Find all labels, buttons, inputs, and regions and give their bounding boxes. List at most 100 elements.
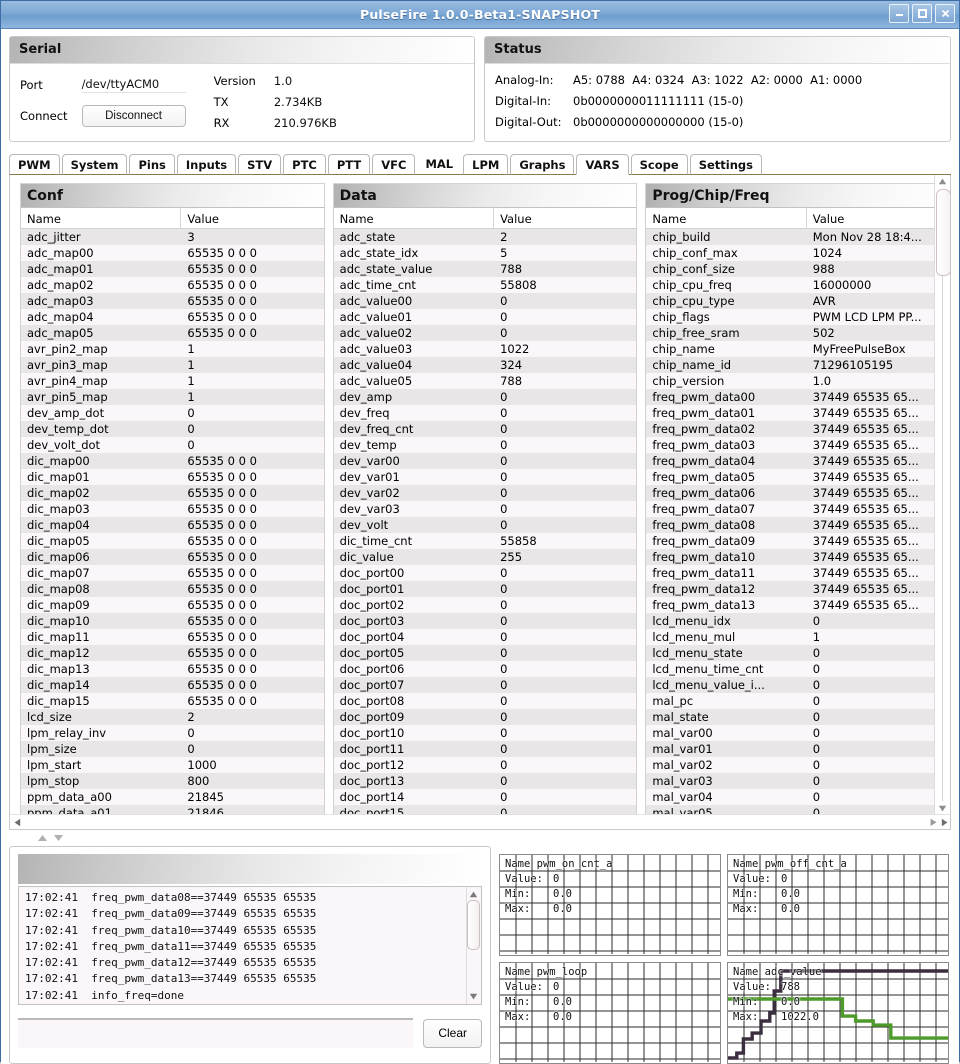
table-row[interactable]: dic_time_cnt55858 — [334, 533, 637, 549]
table-row[interactable]: adc_map0565535 0 0 0 — [21, 325, 324, 341]
table-row[interactable]: freq_pwm_data0537449 65535 65... — [646, 469, 949, 485]
table-row[interactable]: lpm_size0 — [21, 741, 324, 757]
table-row[interactable]: freq_pwm_data0737449 65535 65... — [646, 501, 949, 517]
table-row[interactable]: dic_map1265535 0 0 0 — [21, 645, 324, 661]
tables-horizontal-scrollbar[interactable] — [10, 814, 950, 829]
table-row[interactable]: chip_nameMyFreePulseBox — [646, 341, 949, 357]
table-row[interactable]: dev_var030 — [334, 501, 637, 517]
graph-pwm-loop[interactable]: Name pwm_loopValue:0Min:0.0Max:0.0 — [499, 962, 721, 1064]
tab-lpm[interactable]: LPM — [463, 154, 508, 175]
table-row[interactable]: adc_value031022 — [334, 341, 637, 357]
table-row[interactable]: chip_flagsPWM LCD LPM PP... — [646, 309, 949, 325]
table-row[interactable]: dic_map0265535 0 0 0 — [21, 485, 324, 501]
table-row[interactable]: dev_freq0 — [334, 405, 637, 421]
table-row[interactable]: dic_map1565535 0 0 0 — [21, 693, 324, 709]
clear-button[interactable]: Clear — [423, 1019, 482, 1048]
table-row[interactable]: doc_port060 — [334, 661, 637, 677]
console-scroll-down-arrow[interactable] — [469, 990, 478, 1003]
table-row[interactable]: freq_pwm_data0337449 65535 65... — [646, 437, 949, 453]
table-row[interactable]: adc_map0465535 0 0 0 — [21, 309, 324, 325]
table-row[interactable]: dic_map0165535 0 0 0 — [21, 469, 324, 485]
splitter-down-icon[interactable] — [53, 834, 64, 842]
table-row[interactable]: dic_map1365535 0 0 0 — [21, 661, 324, 677]
graph-pwm-off-cnt-a[interactable]: Name pwm_off_cnt_aValue:0Min:0.0Max:0.0 — [727, 854, 949, 956]
table-row[interactable]: avr_pin2_map1 — [21, 341, 324, 357]
table-row[interactable]: dic_map0565535 0 0 0 — [21, 533, 324, 549]
table-row[interactable]: freq_pwm_data0237449 65535 65... — [646, 421, 949, 437]
table-row[interactable]: lcd_menu_time_cnt0 — [646, 661, 949, 677]
table-row[interactable]: avr_pin3_map1 — [21, 357, 324, 373]
table-row[interactable]: lcd_menu_idx0 — [646, 613, 949, 629]
table-row[interactable]: freq_pwm_data1037449 65535 65... — [646, 549, 949, 565]
table-row[interactable]: dev_volt_dot0 — [21, 437, 324, 453]
table-row[interactable]: dev_temp0 — [334, 437, 637, 453]
tab-pins[interactable]: Pins — [129, 154, 174, 175]
tab-pwm[interactable]: PWM — [9, 154, 60, 175]
table-row[interactable]: mal_state0 — [646, 709, 949, 725]
tab-stv[interactable]: STV — [238, 154, 281, 175]
table-row[interactable]: avr_pin5_map1 — [21, 389, 324, 405]
table-row[interactable]: dev_freq_cnt0 — [334, 421, 637, 437]
panel-splitter[interactable] — [9, 830, 951, 846]
table-row[interactable]: adc_state_value788 — [334, 261, 637, 277]
table-row[interactable]: doc_port010 — [334, 581, 637, 597]
table-row[interactable]: avr_pin4_map1 — [21, 373, 324, 389]
table-row[interactable]: doc_port080 — [334, 693, 637, 709]
maximize-button[interactable] — [912, 4, 932, 23]
scroll-right-arrow[interactable] — [928, 818, 950, 827]
table-row[interactable]: dic_map0665535 0 0 0 — [21, 549, 324, 565]
table-row[interactable]: chip_name_id71296105195 — [646, 357, 949, 373]
table-row[interactable]: doc_port120 — [334, 757, 637, 773]
table-row[interactable]: adc_value020 — [334, 325, 637, 341]
table-row[interactable]: dic_map0465535 0 0 0 — [21, 517, 324, 533]
disconnect-button[interactable]: Disconnect — [82, 105, 186, 127]
table-row[interactable]: mal_var030 — [646, 773, 949, 789]
table-row[interactable]: lpm_stop800 — [21, 773, 324, 789]
table-row[interactable]: dic_map0765535 0 0 0 — [21, 565, 324, 581]
table-row[interactable]: doc_port070 — [334, 677, 637, 693]
graph-adc-value[interactable]: Name adc_valueValue:788Min:0.0Max:1022.0 — [727, 962, 949, 1064]
tab-ptt[interactable]: PTT — [328, 154, 370, 175]
tab-graphs[interactable]: Graphs — [510, 154, 574, 175]
table-row[interactable]: dev_var000 — [334, 453, 637, 469]
table-row[interactable]: adc_value010 — [334, 309, 637, 325]
scroll-left-arrow[interactable] — [10, 818, 25, 827]
table-row[interactable]: chip_free_sram502 — [646, 325, 949, 341]
table-header-value[interactable]: Value — [807, 208, 949, 228]
table-row[interactable]: dev_temp_dot0 — [21, 421, 324, 437]
table-row[interactable]: dev_var020 — [334, 485, 637, 501]
table-row[interactable]: freq_pwm_data1137449 65535 65... — [646, 565, 949, 581]
table-row[interactable]: adc_state_idx5 — [334, 245, 637, 261]
table-row[interactable]: dic_map0965535 0 0 0 — [21, 597, 324, 613]
tab-scope[interactable]: Scope — [631, 154, 688, 175]
scroll-thumb[interactable] — [936, 189, 951, 276]
tab-mal[interactable]: MAL — [417, 154, 461, 175]
table-row[interactable]: freq_pwm_data0137449 65535 65... — [646, 405, 949, 421]
tables-vertical-scrollbar[interactable] — [934, 175, 950, 815]
table-row[interactable]: doc_port140 — [334, 789, 637, 805]
table-row[interactable]: lpm_relay_inv0 — [21, 725, 324, 741]
table-row[interactable]: chip_cpu_freq16000000 — [646, 277, 949, 293]
tab-settings[interactable]: Settings — [690, 154, 762, 175]
table-row[interactable]: adc_state2 — [334, 229, 637, 245]
table-row[interactable]: chip_buildMon Nov 28 18:4... — [646, 229, 949, 245]
table-row[interactable]: doc_port110 — [334, 741, 637, 757]
table-row[interactable]: dic_map1165535 0 0 0 — [21, 629, 324, 645]
table-row[interactable]: freq_pwm_data0937449 65535 65... — [646, 533, 949, 549]
table-row[interactable]: dic_value255 — [334, 549, 637, 565]
port-value[interactable]: /dev/ttyACM0 — [82, 77, 186, 93]
tab-ptc[interactable]: PTC — [283, 154, 326, 175]
table-row[interactable]: doc_port040 — [334, 629, 637, 645]
table-row[interactable]: lcd_menu_state0 — [646, 645, 949, 661]
table-row[interactable]: adc_value000 — [334, 293, 637, 309]
table-row[interactable]: doc_port030 — [334, 613, 637, 629]
graph-pwm-on-cnt-a[interactable]: Name pwm_on_cnt_aValue:0Min:0.0Max:0.0 — [499, 854, 721, 956]
tab-inputs[interactable]: Inputs — [177, 154, 236, 175]
scroll-up-arrow[interactable] — [935, 175, 950, 188]
table-row[interactable]: adc_jitter3 — [21, 229, 324, 245]
table-row[interactable]: dic_map1065535 0 0 0 — [21, 613, 324, 629]
table-row[interactable]: dic_map0065535 0 0 0 — [21, 453, 324, 469]
table-row[interactable]: chip_conf_max1024 — [646, 245, 949, 261]
table-header-value[interactable]: Value — [181, 208, 323, 228]
table-row[interactable]: adc_value04324 — [334, 357, 637, 373]
